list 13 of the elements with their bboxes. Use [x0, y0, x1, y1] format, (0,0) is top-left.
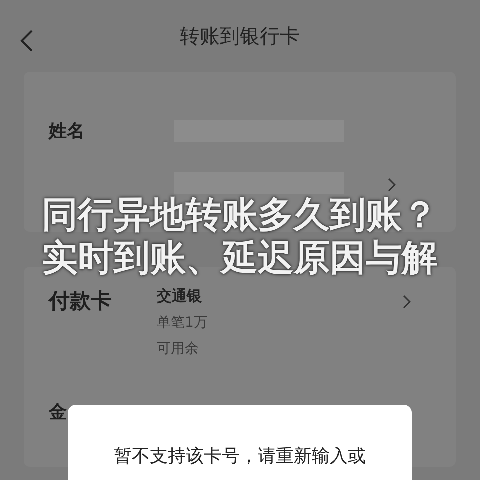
- chevron-icon[interactable]: [388, 178, 396, 192]
- dialog-message: 暂不支持该卡号，请重新输入或: [113, 445, 367, 469]
- page-title: 转账到银行卡: [180, 22, 300, 50]
- headline-text: 同行异地转账多久到账？: [42, 194, 438, 237]
- limit-text: 单笔1万: [157, 314, 208, 332]
- chevron-icon[interactable]: [403, 295, 411, 309]
- headline-text: 实时到账、延迟原因与解: [42, 237, 438, 280]
- field-label: 付款卡: [49, 288, 113, 315]
- bank-name: 交通银: [157, 287, 203, 306]
- back-icon[interactable]: [20, 29, 34, 53]
- field-label: 金: [49, 401, 68, 424]
- balance-text: 可用余: [157, 340, 200, 358]
- field-label: 姓名: [49, 120, 86, 143]
